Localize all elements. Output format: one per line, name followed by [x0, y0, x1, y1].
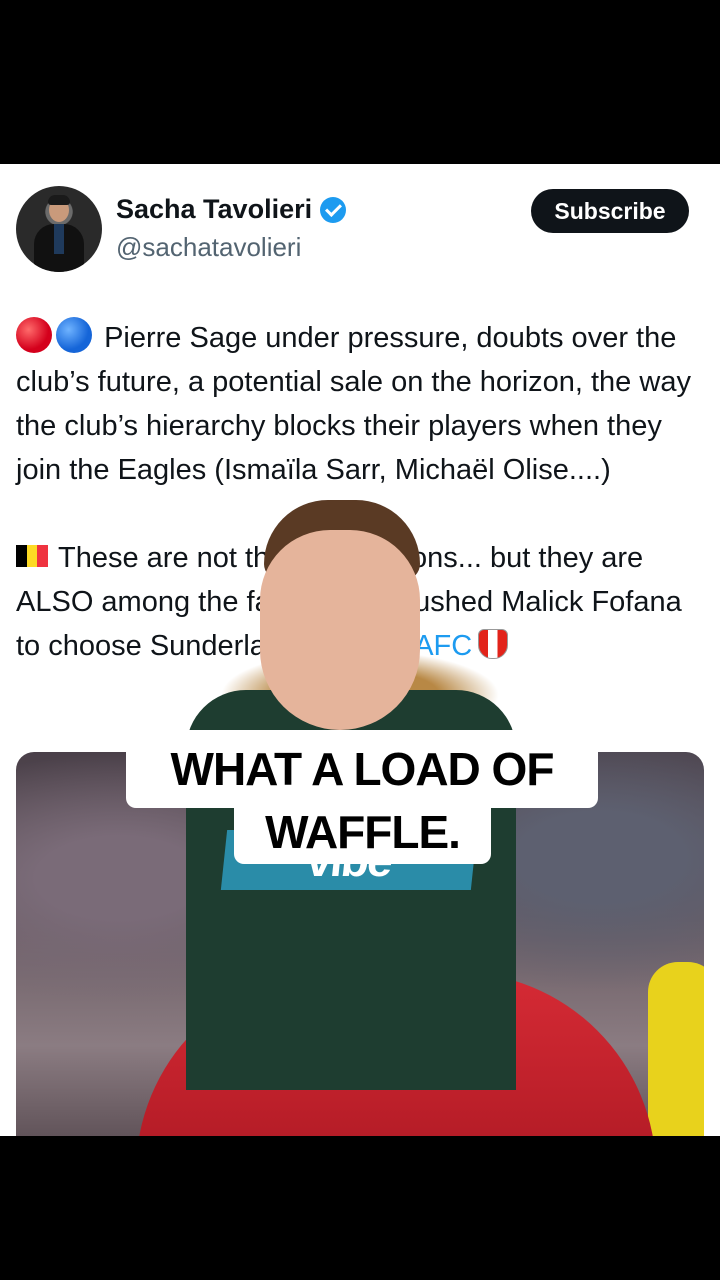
- paragraph-1-text: Pierre Sage under pressure, doubts over …: [16, 322, 691, 486]
- top-letterbox: [0, 0, 720, 164]
- subscribe-button[interactable]: Subscribe: [531, 189, 689, 233]
- presenter-face: [260, 530, 420, 730]
- red-circle-icon: [16, 317, 52, 353]
- verified-badge-icon: [320, 196, 347, 223]
- author-name-row[interactable]: Sacha Tavolieri: [116, 194, 347, 225]
- author-name: Sacha Tavolieri: [116, 194, 313, 224]
- belgium-flag-icon: [16, 545, 49, 567]
- background-player: [648, 962, 704, 1136]
- blue-circle-icon: [56, 317, 92, 353]
- avatar-hair: [48, 195, 70, 205]
- caption-line-1: WHAT A LOAD OF: [126, 730, 598, 808]
- bottom-letterbox: [0, 1136, 720, 1280]
- author-handle[interactable]: @sachatavolieri: [116, 232, 301, 263]
- avatar[interactable]: [16, 186, 102, 272]
- tweet-paragraph-1: Pierre Sage under pressure, doubts over …: [16, 316, 708, 492]
- avatar-shirt: [54, 224, 64, 254]
- caption-line-2: WAFFLE.: [234, 800, 491, 864]
